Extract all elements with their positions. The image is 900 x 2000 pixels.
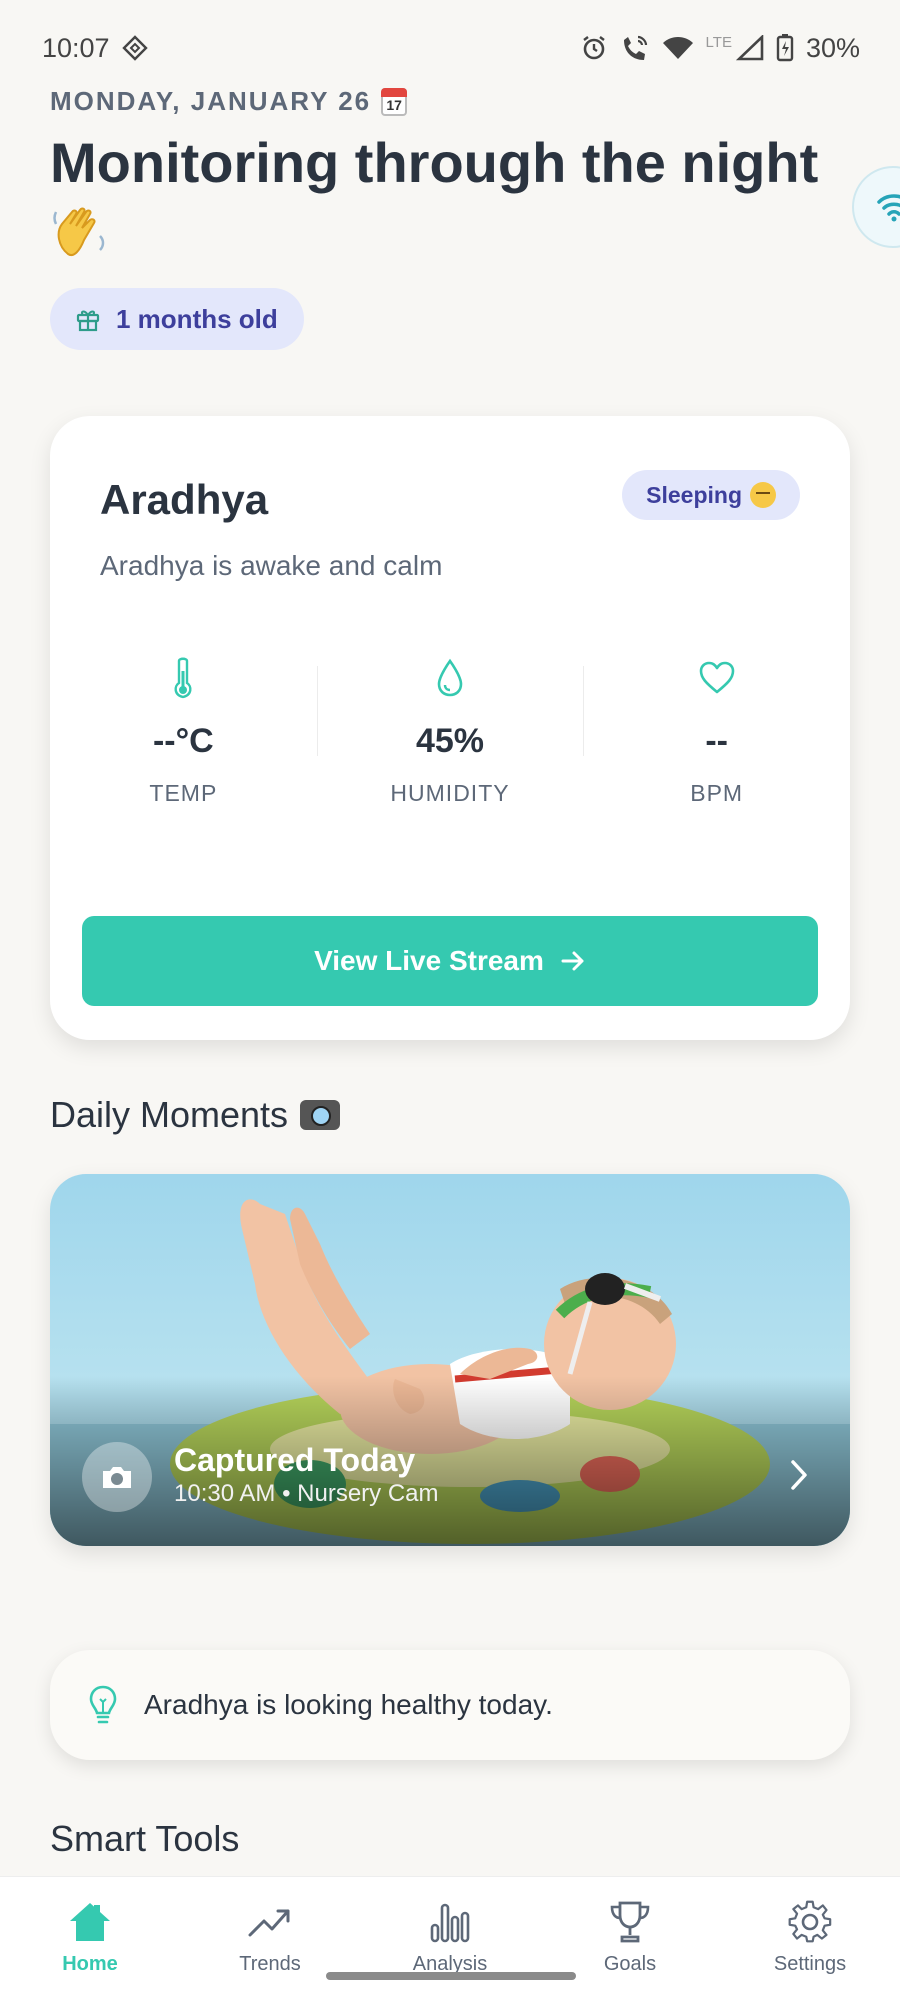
sleeping-face-icon (750, 482, 776, 508)
nav-label: Home (62, 1953, 118, 1975)
metric-value: 45% (415, 722, 485, 760)
connection-status-button[interactable] (852, 166, 900, 248)
arrow-right-icon (561, 951, 584, 971)
status-description: Aradhya is awake and calm (100, 550, 443, 581)
status-right: LTE 30% (580, 33, 860, 64)
metric-label: BPM (690, 780, 744, 806)
camera-flash-icon (300, 1100, 341, 1130)
gear-icon (788, 1900, 832, 1943)
moment-title: Captured Today (174, 1442, 416, 1478)
health-tip-card: Aradhya is looking healthy today. (50, 1650, 850, 1760)
status-bar: 10:07 LTE 30% (0, 0, 900, 96)
metric-value: -- (705, 722, 728, 760)
battery-icon (776, 34, 794, 62)
clock: 10:07 (42, 32, 110, 63)
daily-moments-title: Daily Moments (50, 1094, 341, 1136)
date-line: MONDAY, JANUARY 26 17 (50, 86, 408, 117)
live-button-label: View Live Stream (314, 945, 544, 976)
moment-meta: 10:30 AM • Nursery Cam (174, 1480, 439, 1507)
metric-bpm: -- BPM (583, 656, 850, 816)
home-indicator[interactable] (326, 1972, 576, 1980)
photo-overlay (50, 1376, 850, 1546)
page-title: Monitoring through the night (50, 128, 830, 275)
home-icon (70, 1903, 110, 1941)
nav-settings[interactable]: Settings (720, 1877, 900, 2000)
section-title-text: Smart Tools (50, 1818, 240, 1859)
age-chip: 1 months old (50, 288, 304, 350)
thermometer-icon (172, 656, 194, 700)
bottom-navigation: Home Trends Analysis Goals Settings (0, 1876, 900, 2000)
headline-text: Monitoring through the night (50, 131, 819, 194)
waving-hand-icon (50, 202, 830, 275)
tip-text: Aradhya is looking healthy today. (144, 1689, 553, 1720)
baby-name: Aradhya (100, 476, 269, 523)
daily-moment-card[interactable]: Captured Today 10:30 AM • Nursery Cam (50, 1174, 850, 1546)
smart-tools-title: Smart Tools (50, 1818, 239, 1860)
calendar-icon: 17 (381, 87, 408, 116)
signal-icon (735, 35, 764, 61)
wifi-icon (662, 37, 693, 59)
nav-label: Goals (603, 1953, 657, 1975)
bar-chart-icon (430, 1903, 470, 1943)
date-text: MONDAY, JANUARY 26 (50, 86, 372, 116)
heart-icon (698, 656, 736, 700)
nav-goals[interactable]: Goals (540, 1877, 720, 2000)
nav-label: Trends (239, 1953, 301, 1975)
baby-monitor-card: Aradhya Sleeping Aradhya is awake and ca… (50, 416, 850, 1040)
metric-label: HUMIDITY (390, 780, 510, 806)
chevron-right-icon (791, 1460, 807, 1490)
nav-home[interactable]: Home (0, 1877, 180, 2000)
view-live-stream-button[interactable]: View Live Stream (82, 916, 818, 1006)
network-type: LTE (705, 33, 732, 51)
trophy-icon (610, 1901, 650, 1943)
wifi-icon (877, 194, 900, 222)
lightbulb-icon (89, 1685, 117, 1724)
droplet-icon (435, 656, 465, 700)
metric-value: --°C (152, 722, 214, 760)
wifi-call-icon (623, 35, 647, 60)
status-left: 10:07 (42, 33, 148, 64)
status-badge-label: Sleeping (646, 481, 742, 508)
metric-temp: --°C TEMP (50, 656, 317, 816)
camera-icon (82, 1442, 152, 1512)
vitals-row: --°C TEMP 45% HUMIDITY -- BPM (50, 656, 850, 816)
metric-humidity: 45% HUMIDITY (316, 656, 584, 816)
trend-icon (248, 1909, 290, 1937)
section-title-text: Daily Moments (50, 1094, 289, 1135)
nav-analysis[interactable]: Analysis (360, 1877, 540, 2000)
metric-label: TEMP (149, 780, 218, 806)
nav-label: Settings (773, 1953, 847, 1975)
status-badge: Sleeping (622, 470, 800, 520)
nav-trends[interactable]: Trends (180, 1877, 360, 2000)
age-text: 1 months old (116, 303, 278, 334)
alarm-icon (582, 36, 605, 60)
battery-level: 30% (805, 32, 860, 63)
gift-icon (76, 310, 100, 332)
diamond-notification-icon (121, 35, 148, 61)
